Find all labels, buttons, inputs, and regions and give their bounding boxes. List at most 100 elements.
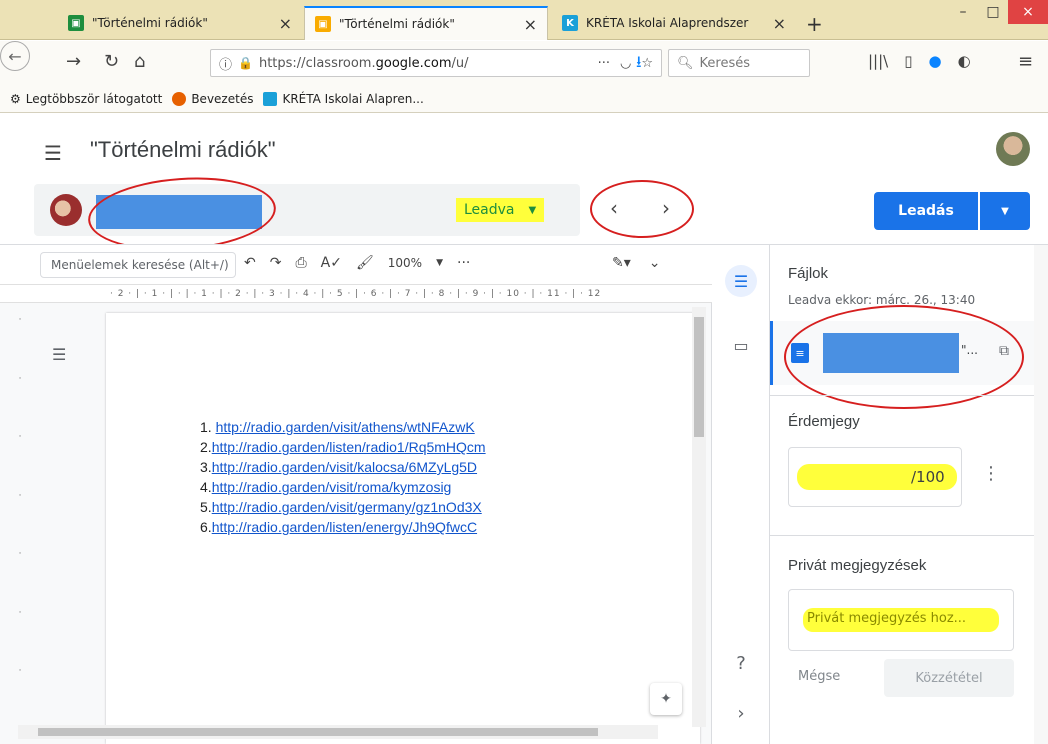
next-student-icon[interactable]: › <box>662 196 670 220</box>
url-text: https://classroom.google.com/u/ <box>258 55 469 71</box>
submit-options-dropdown[interactable]: ▼ <box>980 192 1030 230</box>
browser-tab-classroom-2[interactable]: ▣ "Történelmi rádiók" × <box>304 6 548 40</box>
extension-icon[interactable]: ◐ <box>958 52 971 70</box>
maximize-window-button[interactable]: □ <box>978 0 1008 24</box>
bookmark-kreta[interactable]: KRÉTA Iskolai Alapren... <box>263 91 424 106</box>
radio-link[interactable]: http://radio.garden/visit/kalocsa/6MZyLg… <box>212 459 477 475</box>
radio-link[interactable]: http://radio.garden/visit/roma/kymzosig <box>212 479 452 495</box>
bookmark-star-icon[interactable]: ☆ <box>641 56 653 71</box>
classroom-favicon-icon: ▣ <box>68 15 84 31</box>
lock-icon: 🔒 <box>238 56 253 70</box>
avatar[interactable] <box>996 132 1030 166</box>
radio-link[interactable]: http://radio.garden/visit/germany/gz1nOd… <box>212 499 482 515</box>
private-comment-placeholder: Privát megjegyzés hoz... <box>807 611 967 626</box>
redo-icon[interactable]: ↷ <box>270 255 282 271</box>
comments-icon[interactable]: ▭ <box>727 331 755 359</box>
grade-max: /100 <box>911 468 945 486</box>
caret-down-icon[interactable]: ▼ <box>436 258 443 268</box>
menu-search-input[interactable]: Menüelemek keresése (Alt+/) <box>40 252 236 278</box>
tab-title: "Történelmi rádiók" <box>339 17 455 31</box>
close-tab-icon[interactable]: × <box>524 15 537 34</box>
url-bar[interactable]: ⓘ 🔒 https://classroom.google.com/u/ ··· … <box>210 49 662 77</box>
student-selector: Leadva ▼ <box>34 171 580 257</box>
caret-down-icon: ▼ <box>528 204 537 216</box>
info-icon[interactable]: ⓘ <box>219 54 232 73</box>
private-comments-heading: Privát megjegyzések <box>788 557 927 574</box>
private-comment-input[interactable]: Privát megjegyzés hoz... <box>788 589 1014 651</box>
page-title: "Történelmi rádiók" <box>90 137 276 162</box>
search-placeholder: Keresés <box>699 55 750 71</box>
docs-toolbar: Menüelemek keresése (Alt+/) ↶ ↷ ⎙ A✓ 🖌︎ … <box>0 245 712 285</box>
previous-student-icon[interactable]: ‹ <box>610 196 618 220</box>
back-arrow-icon[interactable]: ← <box>0 41 30 71</box>
browser-tab-kreta[interactable]: K KRÉTA Iskolai Alaprendszer × <box>552 6 796 40</box>
tab-title: KRÉTA Iskolai Alaprendszer <box>586 16 749 30</box>
classroom-favicon-icon: ▣ <box>315 16 331 32</box>
radio-link[interactable]: http://radio.garden/visit/athens/wtNFAzw… <box>216 419 475 435</box>
status-dropdown[interactable]: Leadva ▼ <box>456 198 545 222</box>
page-actions-icon[interactable]: ··· <box>598 56 610 71</box>
document-viewer: Menüelemek keresése (Alt+/) ↶ ↷ ⎙ A✓ 🖌︎ … <box>0 245 712 744</box>
pocket-icon[interactable]: ◡ <box>620 56 631 71</box>
files-heading: Fájlok <box>788 265 829 282</box>
library-icon[interactable]: |||\ <box>868 52 888 70</box>
cancel-button[interactable]: Mégse <box>798 669 840 684</box>
close-window-button[interactable]: × <box>1008 0 1048 24</box>
horizontal-ruler: · 2 · | · 1 · | · | · 1 · | · 2 · | · 3 … <box>0 285 712 303</box>
caret-down-icon: ▼ <box>1001 205 1009 217</box>
more-vert-icon[interactable]: ⋮ <box>982 463 1000 484</box>
new-tab-button[interactable]: + <box>806 14 823 34</box>
sidebar-icon[interactable]: ▯ <box>904 52 912 70</box>
vertical-ruler: ········ <box>18 315 22 735</box>
more-options-icon[interactable]: ··· <box>457 255 470 271</box>
search-input[interactable]: 🔍︎ Keresés <box>668 49 810 77</box>
print-icon[interactable]: ⎙ <box>295 255 306 271</box>
document-page: 1. http://radio.garden/visit/athens/wtNF… <box>106 313 700 744</box>
undo-icon[interactable]: ↶ <box>244 255 256 271</box>
explore-icon[interactable]: ✦ <box>650 683 682 715</box>
document-outline-icon[interactable]: ☰ <box>52 345 66 364</box>
submit-button[interactable]: Leadás <box>874 192 978 230</box>
student-avatar <box>50 194 82 226</box>
list-item: 6.http://radio.garden/listen/energy/Jh9Q… <box>200 519 478 535</box>
hamburger-menu-icon[interactable]: ☰ <box>44 141 62 165</box>
download-icon[interactable]: ⭳ <box>636 51 642 78</box>
help-icon[interactable]: ? <box>727 649 755 677</box>
bookmark-getting-started[interactable]: Bevezetés <box>172 91 254 106</box>
radio-link[interactable]: http://radio.garden/listen/energy/Jh9Qfw… <box>212 519 477 535</box>
menu-icon[interactable]: ≡ <box>1018 51 1033 72</box>
list-item: 3.http://radio.garden/visit/kalocsa/6MZy… <box>200 459 478 475</box>
minimize-window-button[interactable]: – <box>948 0 978 24</box>
grading-panel: Fájlok Leadva ekkor: márc. 26., 13:40 ≡ … <box>770 245 1048 744</box>
bookmark-label: Legtöbbször látogatott <box>25 91 163 106</box>
panel-scrollbar[interactable] <box>1034 245 1048 744</box>
vertical-scrollbar[interactable] <box>692 307 706 727</box>
files-tab-icon[interactable]: ☰ <box>725 265 757 297</box>
downloads-icon[interactable]: ● <box>928 52 941 70</box>
tab-title: "Történelmi rádiók" <box>92 16 208 30</box>
home-icon[interactable]: ⌂ <box>134 51 145 72</box>
classroom-page: ☰ "Történelmi rádiók" Leadva ▼ ‹ › Leadá… <box>0 114 1048 744</box>
edit-mode-icon[interactable]: ✎▾ <box>612 255 631 271</box>
grade-input[interactable]: /100 <box>788 447 962 507</box>
zoom-select[interactable]: 100% <box>388 256 422 270</box>
close-tab-icon[interactable]: × <box>773 14 786 33</box>
reload-icon[interactable]: ↻ <box>104 51 119 72</box>
gear-icon: ⚙ <box>10 91 21 106</box>
bookmark-label: Bevezetés <box>191 91 254 106</box>
spellcheck-icon[interactable]: A✓ <box>321 255 342 271</box>
browser-tab-classroom-1[interactable]: ▣ "Történelmi rádiók" × <box>58 6 302 40</box>
publish-button[interactable]: Közzététel <box>884 659 1014 697</box>
annotation-circle <box>784 305 1024 409</box>
close-tab-icon[interactable]: × <box>279 14 292 33</box>
forward-arrow-icon[interactable]: → <box>66 51 81 72</box>
chevron-right-icon[interactable]: › <box>727 699 755 727</box>
firefox-icon <box>172 91 187 106</box>
chevron-down-icon[interactable]: ⌄ <box>649 255 661 271</box>
radio-link[interactable]: http://radio.garden/listen/radio1/Rq5mHQ… <box>212 439 486 455</box>
horizontal-scrollbar[interactable] <box>18 725 658 739</box>
kreta-favicon-icon: K <box>562 15 578 31</box>
bookmark-most-visited[interactable]: ⚙ Legtöbbször látogatott <box>10 92 162 106</box>
paint-format-icon[interactable]: 🖌︎ <box>356 255 374 271</box>
search-icon: 🔍︎ <box>677 55 694 71</box>
